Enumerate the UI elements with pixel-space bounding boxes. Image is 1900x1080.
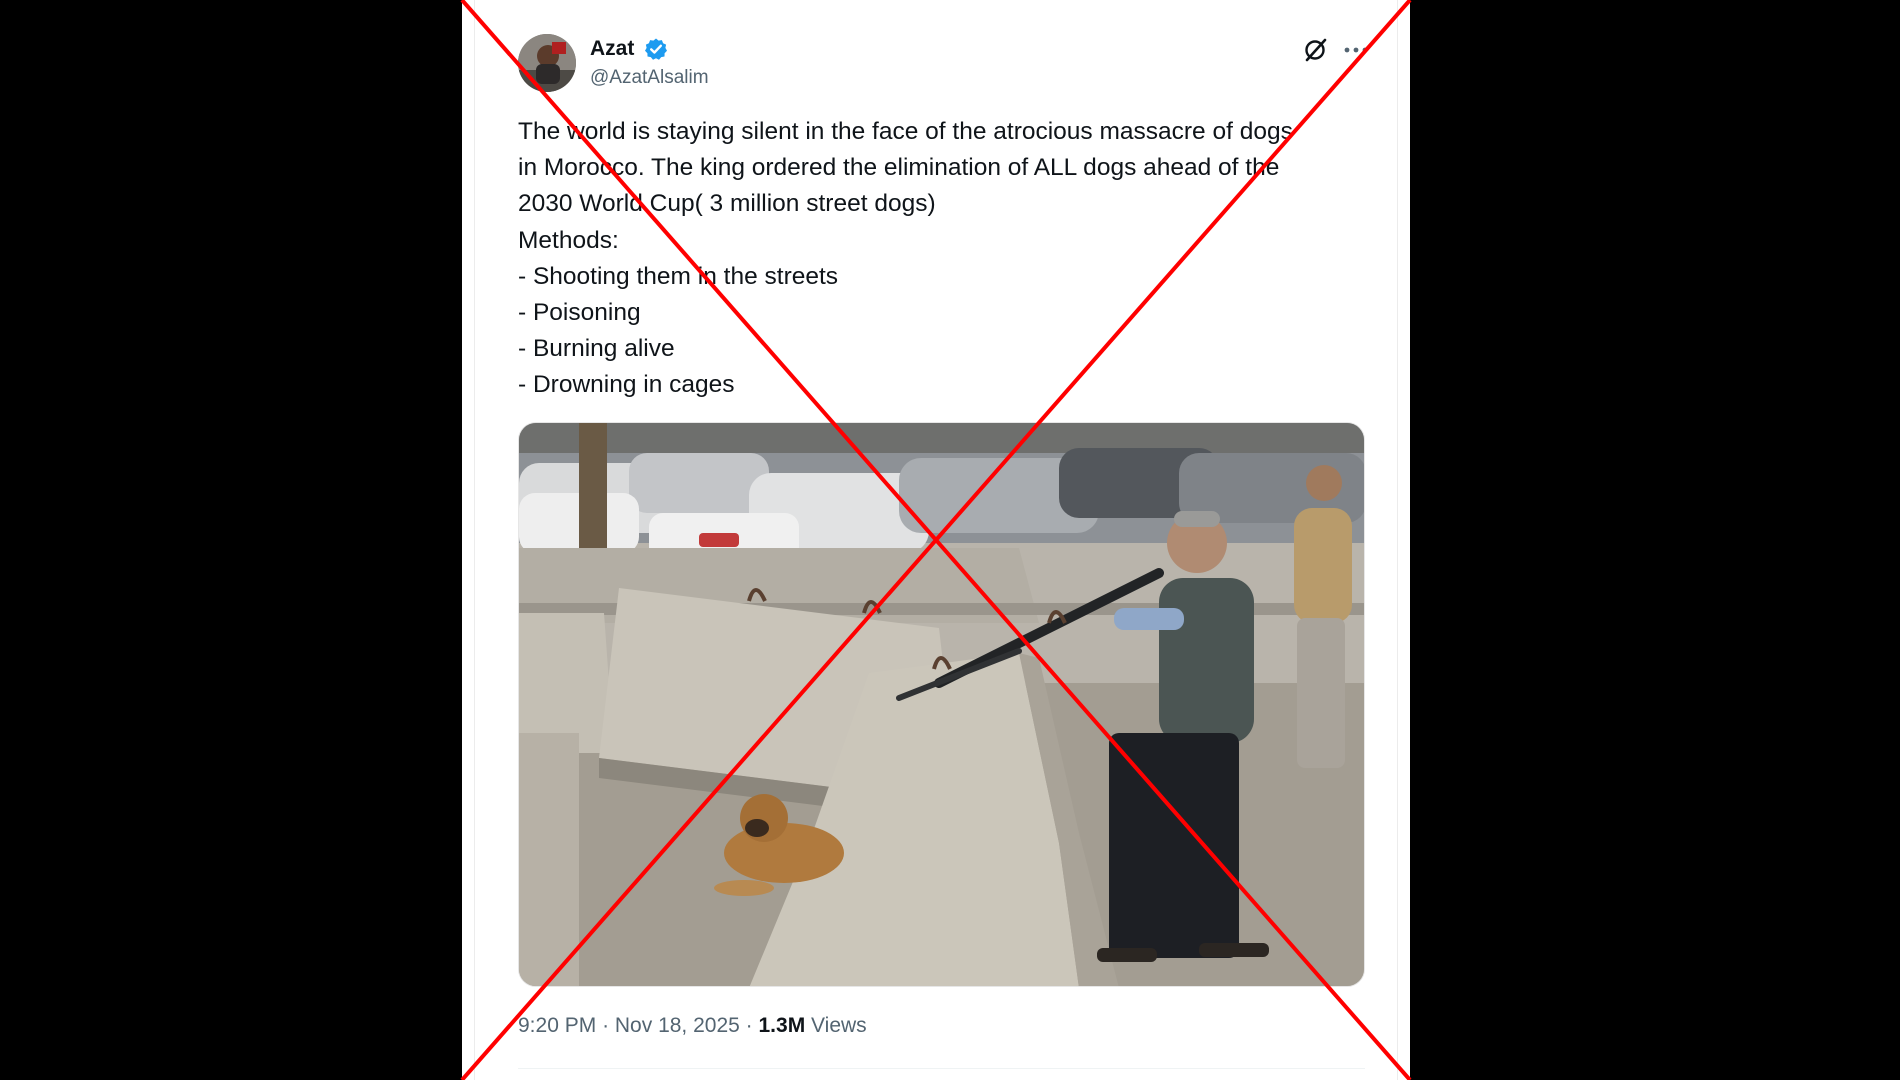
tweet-text-line: - Shooting them in the streets — [518, 262, 839, 290]
tweet-card: Azat @AzatAlsalim The world is staying s… — [462, 0, 1410, 1080]
divider — [518, 1068, 1365, 1069]
verified-badge-icon — [644, 37, 668, 61]
avatar-image — [518, 34, 576, 92]
separator-dot: · — [602, 1014, 615, 1037]
tweet-text-line: - Burning alive — [518, 335, 675, 363]
separator-dot: · — [745, 1014, 759, 1037]
views-count[interactable]: 1.3M — [759, 1014, 806, 1037]
tweet-text-line: in Morocco. The king ordered the elimina… — [518, 154, 1280, 182]
screenshot-stage: Azat @AzatAlsalim The world is staying s… — [0, 0, 1900, 1080]
tweet-photo-scene — [519, 423, 1364, 986]
more-options-icon[interactable] — [1340, 36, 1372, 64]
tweet-text-line: - Poisoning — [518, 299, 641, 327]
author-handle[interactable]: @AzatAlsalim — [590, 66, 709, 90]
author-display-name[interactable]: Azat — [590, 36, 634, 62]
avatar[interactable] — [518, 34, 576, 92]
tweet-metadata: 9:20 PM · Nov 18, 2025 · 1.3M Views — [518, 1012, 867, 1040]
grok-icon[interactable] — [1301, 36, 1329, 64]
tweet-text-line: 2030 World Cup( 3 million street dogs) — [518, 190, 936, 218]
views-label: Views — [811, 1014, 867, 1037]
tweet-date[interactable]: Nov 18, 2025 — [615, 1014, 740, 1037]
tweet-time[interactable]: 9:20 PM — [518, 1014, 596, 1037]
tweet-text-line: Methods: — [518, 226, 619, 254]
tweet-text-line: The world is staying silent in the face … — [518, 118, 1293, 145]
tweet-photo[interactable] — [518, 422, 1365, 987]
tweet-text-line: - Drowning in cages — [518, 371, 735, 399]
tweet-text: The world is staying silent in the face … — [518, 114, 1378, 404]
